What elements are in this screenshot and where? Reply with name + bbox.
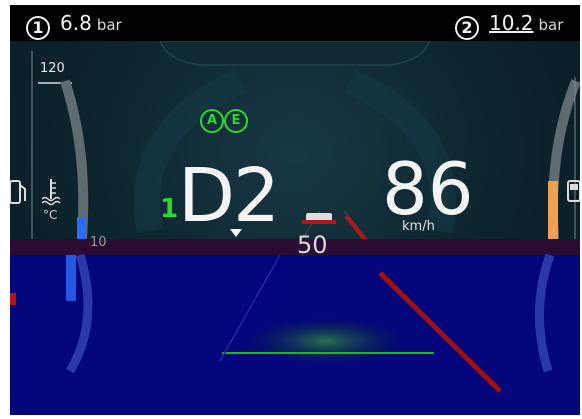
tyre-pressure-unit: bar [96,16,122,34]
tyre-pressure-front: 1 6.8 bar [26,11,122,40]
speed-limit-value: 50 [297,231,328,259]
temp-unit-label: °C [43,208,58,222]
left-red-marker [10,293,16,305]
tyre-index-badge: 1 [26,15,50,40]
speed-value: 86 [382,147,474,231]
tyre-pressure-bar: 1 6.8 bar 2 10.2 bar [10,5,580,41]
tyre-index-badge: 2 [455,15,479,40]
right-gauge-arc-lower [534,253,555,373]
drive-mode-badge-e: E [224,109,248,133]
drive-mode-badge-a: A [200,109,224,133]
left-gauge-blue-lower [66,255,76,301]
tyre-pressure-unit: bar [538,16,564,34]
dashboard-display: 120 10 °C A E 1 D2 86 km/h 50 [10,41,580,415]
gauge-tick-label-lower: 10 [90,235,107,250]
gauge-tick-label: 120 [40,61,65,76]
overlay-lanes [10,253,555,393]
speed-unit: km/h [402,219,435,234]
gear-number: 1 [160,194,179,224]
instrument-cluster: 1 6.8 bar 2 10.2 bar 120 10 °C A E 1 D2 … [10,5,580,415]
tyre-pressure-rear: 2 10.2 bar [455,11,564,40]
gear-indicator: D2 [178,153,280,239]
tyre-pressure-value: 6.8 [60,11,92,35]
tyre-pressure-value: 10.2 [489,11,534,35]
acc-glow [246,317,406,365]
